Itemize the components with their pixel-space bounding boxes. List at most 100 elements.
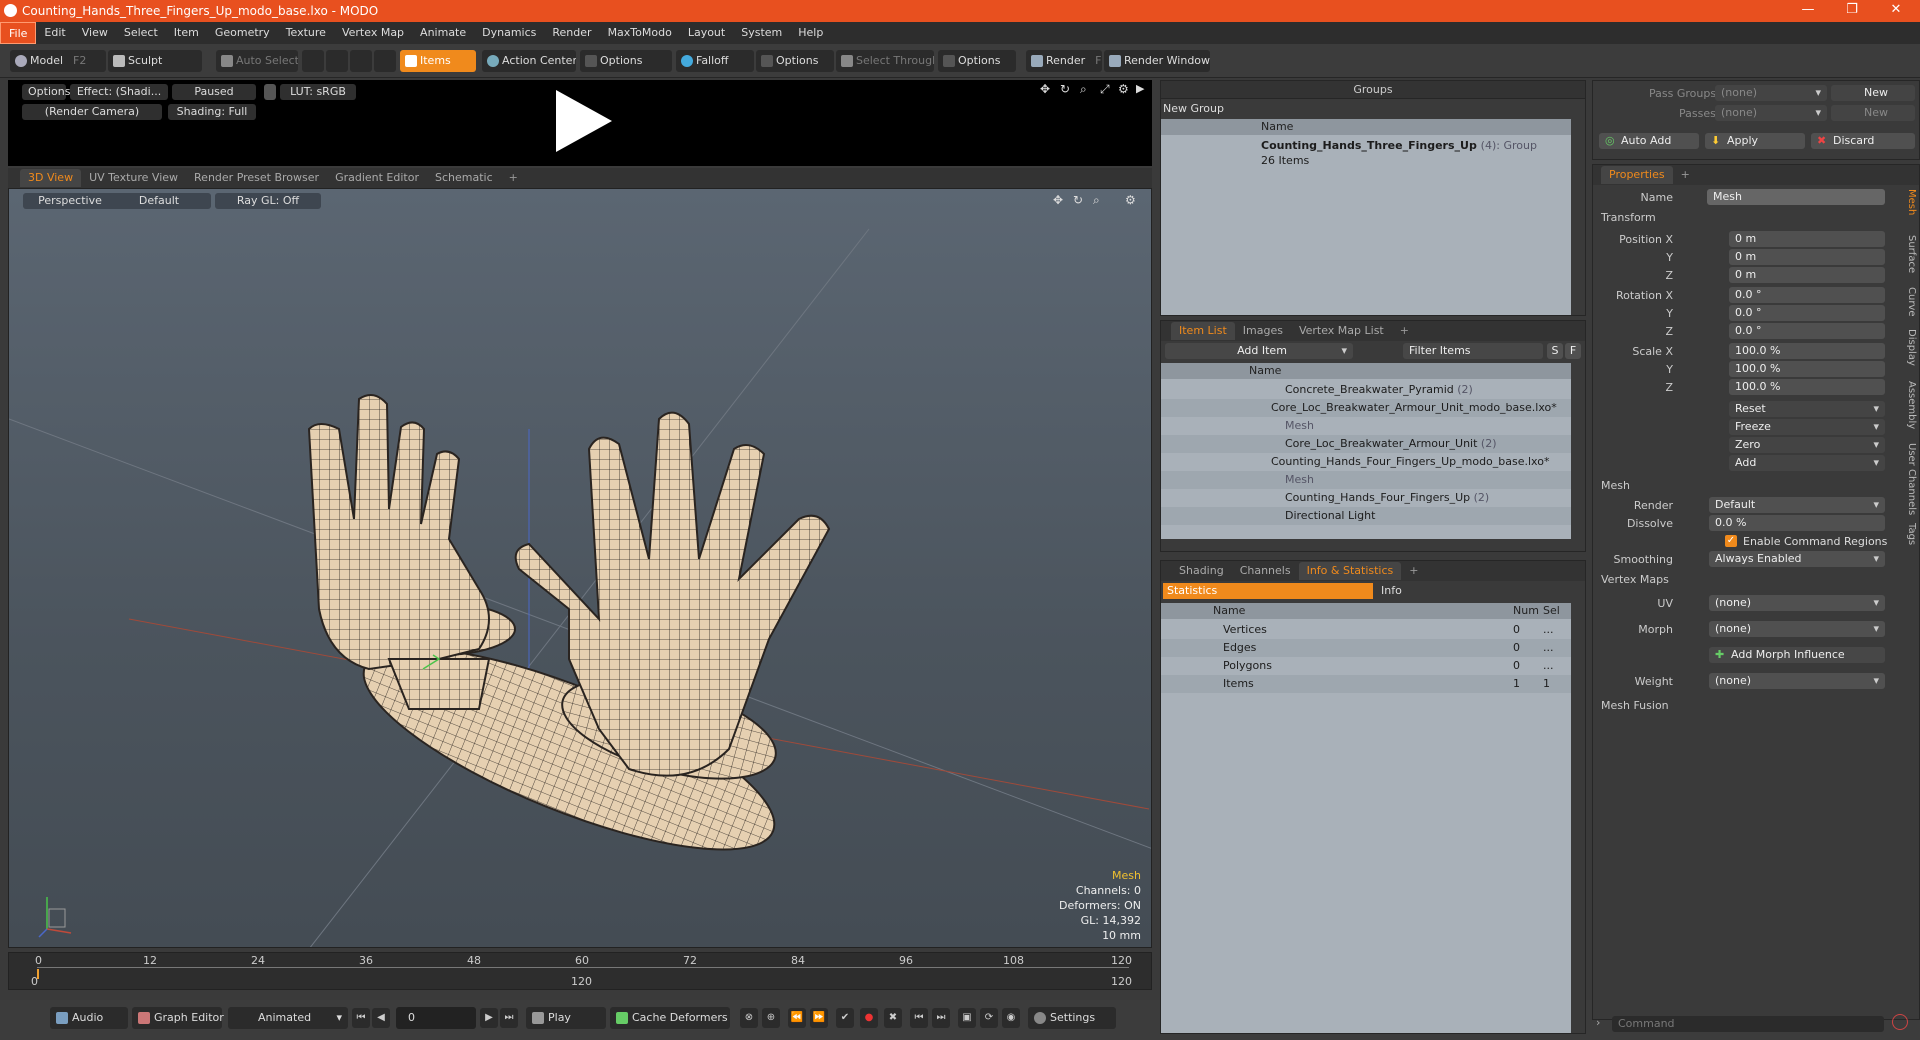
play-button[interactable]: Play	[526, 1007, 606, 1029]
vtab-display[interactable]: Display	[1906, 329, 1917, 366]
prev-frame-icon[interactable]: ◀	[372, 1008, 390, 1028]
menu-maxtomodo[interactable]: MaxToModo	[600, 22, 680, 44]
list-item[interactable]: Counting_Hands_Four_Fingers_Up (2)	[1161, 489, 1571, 507]
table-row[interactable]: Vertices 0...	[1161, 621, 1571, 639]
auto-add-button[interactable]: ◎ Auto Add	[1599, 133, 1699, 149]
position-x-input[interactable]: 0 m	[1729, 231, 1885, 247]
menu-help[interactable]: Help	[790, 22, 831, 44]
list-item[interactable]: Mesh	[1161, 417, 1571, 435]
preview-options-button[interactable]: Options	[22, 84, 70, 100]
channel-icon[interactable]: ▣	[958, 1008, 976, 1028]
select-through-button[interactable]: Select Through	[836, 50, 934, 72]
add-dropdown[interactable]: Add	[1729, 455, 1885, 471]
pan-icon[interactable]: ✥	[1040, 82, 1050, 96]
next-frame-icon[interactable]: ▶	[480, 1008, 498, 1028]
rotation-y-input[interactable]: 0.0 °	[1729, 305, 1885, 321]
3d-viewport[interactable]: Perspective Default Ray GL: Off ✥ ↻ ⌕ ⚙	[8, 188, 1152, 948]
edge-mode-icon[interactable]	[326, 50, 348, 72]
prev-key-icon[interactable]: ⏪	[788, 1008, 806, 1028]
tab-schematic[interactable]: Schematic	[427, 169, 501, 187]
vtab-mesh[interactable]: Mesh	[1906, 189, 1917, 215]
tab-item-list[interactable]: Item List	[1171, 322, 1235, 340]
command-input[interactable]: Command	[1612, 1016, 1884, 1032]
list-item[interactable]: Counting_Hands_Four_Fingers_Up_modo_base…	[1161, 453, 1571, 471]
auto-key-icon[interactable]: ⊕	[762, 1008, 780, 1028]
tab-uv-texture-view[interactable]: UV Texture View	[81, 169, 186, 187]
settings-button[interactable]: Settings	[1028, 1007, 1116, 1029]
tab-shading[interactable]: Shading	[1171, 562, 1232, 580]
last-frame-icon[interactable]: ⏭	[500, 1008, 518, 1028]
menu-select[interactable]: Select	[116, 22, 166, 44]
weight-dropdown[interactable]: (none)	[1709, 673, 1885, 689]
menu-item[interactable]: Item	[166, 22, 207, 44]
tab-images[interactable]: Images	[1235, 322, 1291, 340]
render-window-button[interactable]: Render Window	[1104, 50, 1210, 72]
jump-end-icon[interactable]: ⏭	[932, 1008, 950, 1028]
cache-deformers-button[interactable]: Cache Deformers	[610, 1007, 730, 1029]
menu-view[interactable]: View	[74, 22, 116, 44]
play-icon[interactable]	[548, 86, 618, 156]
tab-channels[interactable]: Channels	[1232, 562, 1299, 580]
menu-geometry[interactable]: Geometry	[207, 22, 278, 44]
menu-vertex-map[interactable]: Vertex Map	[334, 22, 412, 44]
action-center-options-button[interactable]: Options	[580, 50, 672, 72]
discard-button[interactable]: ✖ Discard	[1811, 133, 1915, 149]
scale-y-input[interactable]: 100.0 %	[1729, 361, 1885, 377]
list-item[interactable]: Core_Loc_Breakwater_Armour_Unit_modo_bas…	[1161, 399, 1571, 417]
set-key-icon[interactable]: ✔	[836, 1008, 854, 1028]
model-button[interactable]: Model F2	[10, 50, 106, 72]
vtab-assembly[interactable]: Assembly	[1906, 381, 1917, 429]
mesh-fusion-section[interactable]: Mesh Fusion	[1601, 699, 1669, 712]
position-z-input[interactable]: 0 m	[1729, 267, 1885, 283]
filter-items-input[interactable]: Filter Items	[1403, 343, 1543, 359]
table-row[interactable]: Edges 0...	[1161, 639, 1571, 657]
statistics-tab[interactable]: Statistics	[1163, 583, 1373, 599]
scale-x-input[interactable]: 100.0 %	[1729, 343, 1885, 359]
reset-dropdown[interactable]: Reset	[1729, 401, 1885, 417]
list-item[interactable]: Directional Light	[1161, 507, 1571, 525]
vertex-mode-icon[interactable]	[302, 50, 324, 72]
new-pass-button[interactable]: New	[1831, 105, 1915, 121]
sculpt-button[interactable]: Sculpt	[108, 50, 202, 72]
action-center-button[interactable]: Action Center	[482, 50, 576, 72]
select-through-options-button[interactable]: Options	[938, 50, 1016, 72]
add-item-dropdown[interactable]: Add Item	[1165, 343, 1353, 359]
menu-file[interactable]: File	[0, 22, 37, 44]
filter-s-button[interactable]: S	[1547, 343, 1563, 359]
items-button[interactable]: Items	[400, 50, 476, 72]
list-item[interactable]: Mesh	[1161, 471, 1571, 489]
graph-editor-button[interactable]: Graph Editor	[132, 1007, 224, 1029]
vtab-surface[interactable]: Surface	[1906, 235, 1917, 273]
maximize-icon[interactable]: ❐	[1830, 0, 1874, 22]
list-item[interactable]: Concrete_Breakwater_Pyramid (2)	[1161, 381, 1571, 399]
audio-button[interactable]: Audio	[50, 1007, 128, 1029]
polygon-mode-icon[interactable]	[350, 50, 372, 72]
lock-icon[interactable]	[264, 84, 276, 100]
expand-icon[interactable]: ⤢	[1100, 82, 1110, 97]
tab-properties[interactable]: Properties	[1601, 166, 1673, 184]
falloff-options-button[interactable]: Options	[756, 50, 834, 72]
timeline[interactable]: 0 12 24 36 48 60 72 84 96 108 120 0 120 …	[8, 952, 1152, 990]
vtab-curve[interactable]: Curve	[1906, 287, 1917, 317]
frame-input[interactable]: 0	[396, 1007, 476, 1029]
tab-vertex-map-list[interactable]: Vertex Map List	[1291, 322, 1392, 340]
record-icon[interactable]: ●	[860, 1008, 878, 1028]
add-tab-button[interactable]: +	[1673, 166, 1698, 184]
mesh-section[interactable]: Mesh	[1601, 479, 1630, 492]
close-icon[interactable]: ✕	[1874, 0, 1918, 22]
animated-dropdown[interactable]: Animated ▾	[228, 1007, 348, 1029]
name-input[interactable]: Mesh	[1707, 189, 1885, 205]
list-item[interactable]: Core_Loc_Breakwater_Armour_Unit (2)	[1161, 435, 1571, 453]
filter-f-button[interactable]: F	[1565, 343, 1581, 359]
sync-icon[interactable]: ⟳	[980, 1008, 998, 1028]
render-button[interactable]: RenderF9	[1026, 50, 1102, 72]
next-key-icon[interactable]: ⏩	[810, 1008, 828, 1028]
table-row[interactable]: Polygons 0...	[1161, 657, 1571, 675]
gear-icon[interactable]: ⚙	[1118, 82, 1129, 96]
add-tab-button[interactable]: +	[1392, 322, 1417, 340]
delete-key-icon[interactable]: ✖	[884, 1008, 902, 1028]
menu-dynamics[interactable]: Dynamics	[474, 22, 544, 44]
rotate-icon[interactable]: ↻	[1060, 82, 1070, 96]
record-icon[interactable]	[1892, 1014, 1908, 1030]
falloff-button[interactable]: Falloff	[676, 50, 754, 72]
